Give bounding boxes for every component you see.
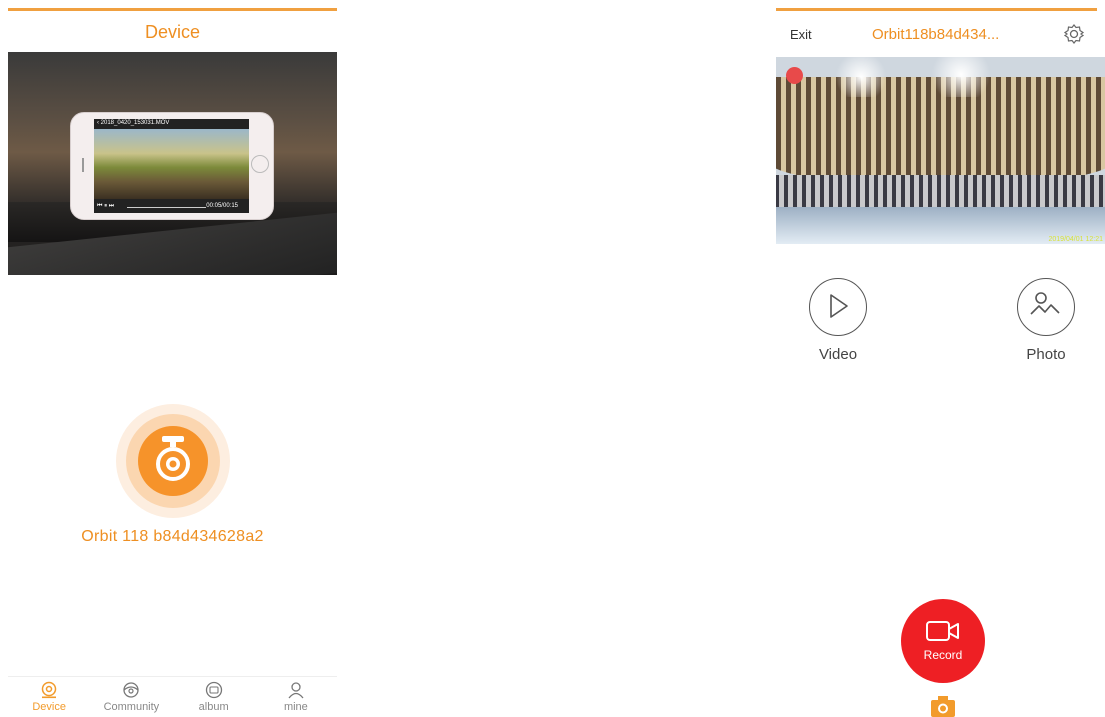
gear-icon[interactable] [1063, 23, 1085, 45]
tab-community[interactable]: Community [90, 677, 172, 717]
top-accent-line [776, 8, 1097, 11]
tab-label: mine [283, 701, 308, 713]
device-name[interactable]: Orbit 118 b84d434628a2 [0, 528, 345, 546]
photo-icon [1017, 278, 1075, 336]
photo-button[interactable]: Photo [1006, 278, 1086, 363]
device-screen: Device ‹ 2018_0420_153031.MOV ⏮ ⏸ ⏭ 00:0… [0, 0, 345, 717]
feed-timestamp: 2019/04/01 12:21 [1048, 236, 1104, 243]
live-camera-feed[interactable]: 2019/04/01 12:21 [776, 57, 1105, 244]
phone-home-button [251, 155, 269, 173]
tab-mine[interactable]: mine [255, 677, 337, 717]
bottom-tab-bar: Device Community album mine [8, 676, 337, 717]
promo-banner[interactable]: ‹ 2018_0420_153031.MOV ⏮ ⏸ ⏭ 00:05/00:15 [8, 52, 337, 275]
phone-video-frame [94, 129, 249, 199]
play-icon [809, 278, 867, 336]
phone-screen: ‹ 2018_0420_153031.MOV ⏮ ⏸ ⏭ 00:05/00:15 [94, 119, 249, 213]
community-icon [123, 682, 140, 698]
video-camera-icon [926, 621, 959, 641]
device-camera-button[interactable] [116, 404, 230, 518]
tab-album[interactable]: album [173, 677, 255, 717]
feed-light-glare [926, 57, 996, 97]
album-icon [205, 681, 222, 699]
page-title: Device [144, 22, 201, 42]
exit-button[interactable]: Exit [790, 27, 812, 42]
live-view-screen: Exit Orbit118b84d434... 2019/04/01 12:21… [768, 0, 1105, 717]
top-accent-line [8, 8, 337, 11]
tab-device[interactable]: Device [8, 677, 90, 717]
tab-label: Device [32, 701, 66, 713]
record-label: Record [923, 648, 963, 662]
live-view-header: Exit Orbit118b84d434... [768, 22, 1105, 46]
tab-label: Community [103, 701, 160, 713]
video-button[interactable]: Video [798, 278, 878, 363]
player-time: 00:05/00:15 [206, 203, 238, 209]
person-icon [288, 682, 304, 699]
phone-filename: ‹ 2018_0420_153031.MOV [97, 120, 170, 126]
banner-phone-illustration: ‹ 2018_0420_153031.MOV ⏮ ⏸ ⏭ 00:05/00:15 [70, 112, 274, 220]
record-button[interactable]: Record [901, 599, 985, 683]
tab-label: album [198, 701, 229, 713]
player-buttons-icon: ⏮ ⏸ ⏭ [97, 203, 115, 209]
player-progress-track [127, 207, 206, 208]
video-label: Video [818, 346, 858, 363]
recording-indicator [786, 67, 803, 84]
photo-label: Photo [1026, 346, 1066, 363]
phone-speaker [82, 158, 84, 172]
feed-light-glare [831, 57, 891, 97]
snapshot-camera-icon[interactable] [930, 696, 956, 717]
camera-icon [41, 681, 57, 699]
dashcam-icon [156, 436, 190, 481]
device-title: Orbit118b84d434... [872, 26, 1000, 43]
phone-player-controls: ⏮ ⏸ ⏭ 00:05/00:15 [97, 203, 246, 211]
